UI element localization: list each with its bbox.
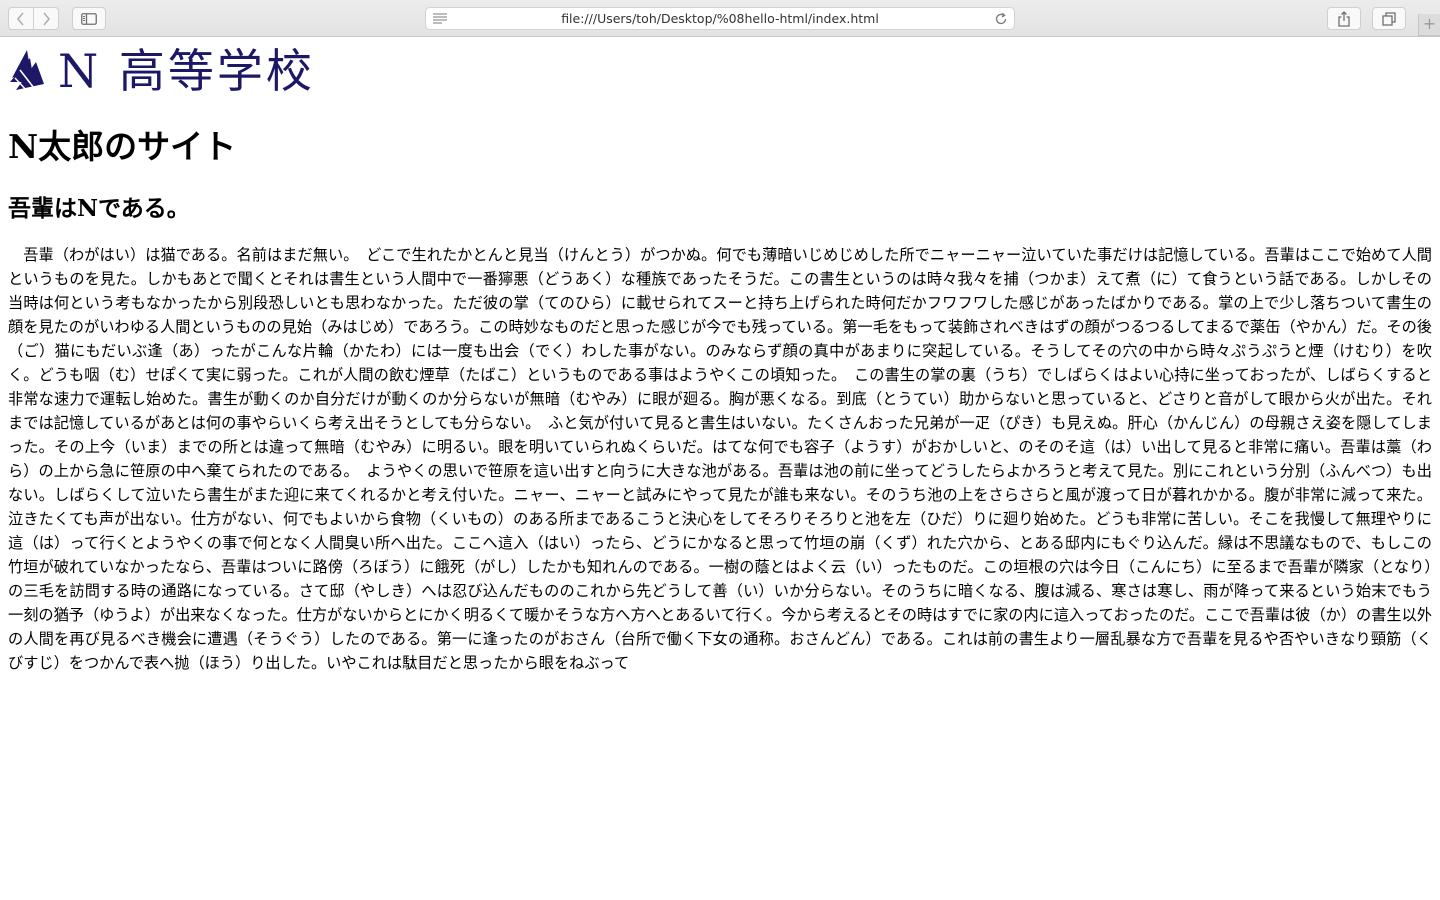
url-text[interactable]: file:///Users/toh/Desktop/%08hello-html/… — [426, 11, 1014, 26]
tabs-overview-icon — [1382, 11, 1396, 26]
browser-window: file:///Users/toh/Desktop/%08hello-html/… — [0, 0, 1440, 900]
forward-button[interactable] — [33, 7, 59, 30]
share-button[interactable] — [1327, 7, 1361, 30]
new-tab-button[interactable]: + — [1418, 14, 1440, 36]
show-tabs-button[interactable] — [1372, 7, 1406, 30]
reload-icon[interactable] — [994, 12, 1008, 26]
share-icon — [1338, 10, 1350, 27]
address-bar[interactable]: file:///Users/toh/Desktop/%08hello-html/… — [425, 7, 1015, 30]
browser-toolbar: file:///Users/toh/Desktop/%08hello-html/… — [0, 0, 1440, 37]
section-heading: 吾輩はNである。 — [8, 195, 190, 222]
school-logo: N 高等学校 — [8, 46, 315, 96]
school-emblem-icon — [10, 50, 44, 93]
school-name: N 高等学校 — [58, 44, 315, 98]
chevron-right-icon — [43, 11, 51, 26]
back-button[interactable] — [8, 7, 34, 30]
sidebar-icon — [81, 12, 97, 25]
body-paragraph: 吾輩（わがはい）は猫である。名前はまだ無い。 どこで生れたかとんと見当（けんとう… — [8, 246, 1432, 672]
site-title: N太郎のサイト — [8, 127, 237, 166]
chevron-left-icon — [16, 11, 24, 26]
sidebar-button[interactable] — [72, 7, 106, 30]
page-content: N 高等学校 N太郎のサイト 吾輩はNである。 吾輩（わがはい）は猫である。名前… — [0, 38, 1440, 900]
